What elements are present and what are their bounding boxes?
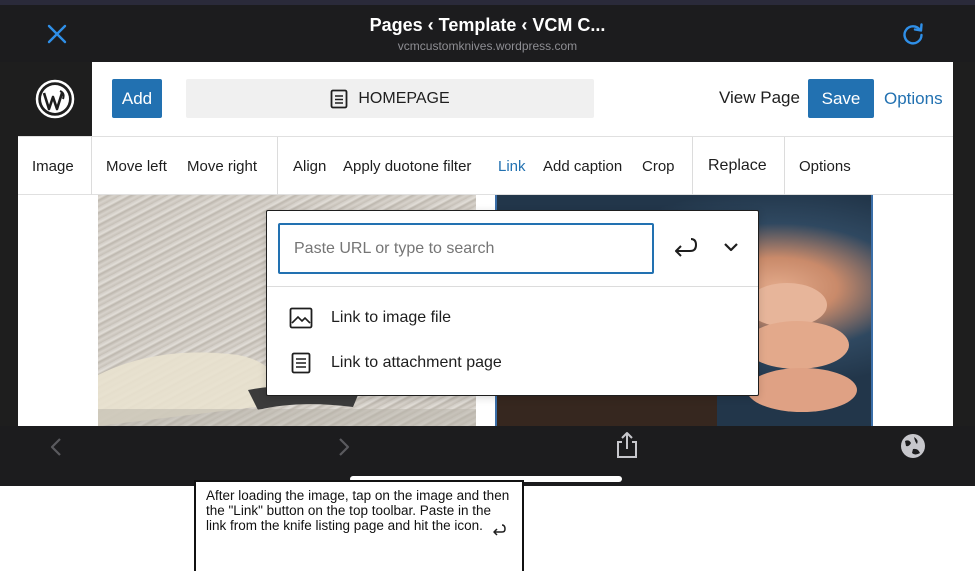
reload-icon[interactable]: [899, 20, 927, 48]
globe-icon[interactable]: [899, 432, 927, 460]
toolbar-divider: [692, 137, 693, 195]
align-button[interactable]: Align: [293, 158, 326, 175]
save-button[interactable]: Save: [808, 79, 874, 118]
browser-url: vcmcustomknives.wordpress.com: [397, 39, 578, 53]
crop-button[interactable]: Crop: [642, 158, 675, 175]
link-to-attachment-page-option[interactable]: Link to attachment page: [289, 347, 502, 379]
options-button[interactable]: Options: [884, 89, 943, 109]
link-button[interactable]: Link: [498, 158, 526, 175]
editor-left-edge: [0, 62, 18, 426]
add-button[interactable]: Add: [112, 79, 162, 118]
instruction-text: After loading the image, tap on the imag…: [206, 488, 510, 533]
link-to-image-file-option[interactable]: Link to image file: [289, 302, 451, 334]
link-option-label: Link to attachment page: [331, 354, 502, 371]
toolbar-divider: [784, 137, 785, 195]
link-option-label: Link to image file: [331, 309, 452, 326]
submit-link-icon[interactable]: [669, 231, 701, 263]
document-icon: [330, 89, 348, 108]
toolbar-divider: [91, 137, 92, 195]
wordpress-logo[interactable]: [18, 62, 92, 136]
block-options-button[interactable]: Options: [799, 158, 851, 175]
browser-bottom-bar: [0, 426, 975, 486]
document-icon: [291, 352, 311, 374]
instruction-note: After loading the image, tap on the imag…: [194, 480, 524, 571]
share-icon[interactable]: [614, 430, 640, 460]
enter-icon: [493, 524, 506, 536]
document-title-label: HOMEPAGE: [358, 89, 450, 107]
toolbar-divider: [277, 137, 278, 195]
duotone-filter-button[interactable]: Apply duotone filter: [343, 158, 471, 175]
popover-divider: [267, 286, 758, 287]
editor-header: Add HOMEPAGE View Page Save Options: [92, 62, 953, 136]
browser-top-bar: Pages ‹ Template ‹ VCM C... vcmcustomkni…: [0, 0, 975, 62]
image-block-button[interactable]: Image: [32, 158, 74, 175]
image-icon: [289, 307, 313, 329]
chevron-down-icon[interactable]: [717, 231, 745, 263]
move-right-button[interactable]: Move right: [187, 158, 257, 175]
move-left-button[interactable]: Move left: [106, 158, 167, 175]
url-search-input[interactable]: [278, 223, 654, 274]
editor-right-edge: [953, 62, 975, 426]
block-toolbar: Image Move left Move right Align Apply d…: [18, 136, 953, 195]
replace-button[interactable]: Replace: [708, 157, 767, 175]
add-caption-button[interactable]: Add caption: [543, 158, 622, 175]
wordpress-icon: [35, 79, 75, 119]
screenshot-page: Pages ‹ Template ‹ VCM C... vcmcustomkni…: [0, 0, 975, 571]
link-popover: Link to image file Link to attachment pa…: [266, 210, 759, 396]
back-icon[interactable]: [46, 435, 66, 459]
forward-icon[interactable]: [334, 435, 354, 459]
document-title-button[interactable]: HOMEPAGE: [186, 79, 594, 118]
view-page-link[interactable]: View Page: [719, 88, 800, 108]
browser-title: Pages ‹ Template ‹ VCM C...: [369, 15, 606, 35]
